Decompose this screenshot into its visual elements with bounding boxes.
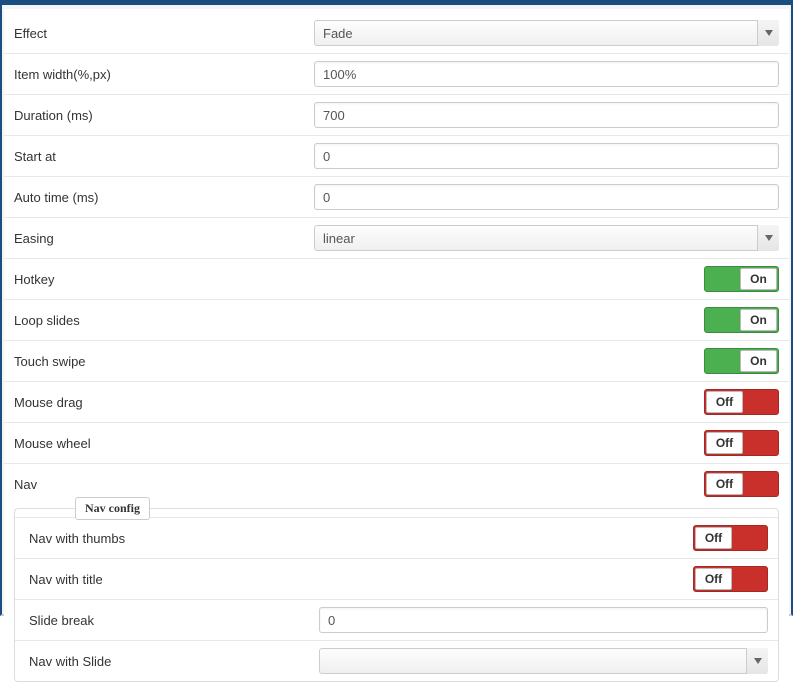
slide-break-input[interactable] [319,607,768,633]
duration-input[interactable] [314,102,779,128]
label-touch-swipe: Touch swipe [14,354,314,369]
label-hotkey: Hotkey [14,272,314,287]
chevron-down-icon [757,20,779,46]
toggle-state-label: On [740,268,777,290]
label-nav-thumbs: Nav with thumbs [29,531,319,546]
label-auto-time: Auto time (ms) [14,190,314,205]
toggle-state-label: Off [706,391,743,413]
label-nav-slide: Nav with Slide [29,654,319,669]
label-mouse-drag: Mouse drag [14,395,314,410]
item-width-input[interactable] [314,61,779,87]
label-nav: Nav [14,477,314,492]
row-nav-thumbs: Nav with thumbs Off [15,517,778,558]
row-nav-slide: Nav with Slide [15,640,778,681]
row-mouse-wheel: Mouse wheel Off [4,422,789,463]
label-nav-title: Nav with title [29,572,319,587]
label-slide-break: Slide break [29,613,319,628]
toggle-state-label: Off [706,432,743,454]
label-effect: Effect [14,26,314,41]
label-item-width: Item width(%,px) [14,67,314,82]
start-at-input[interactable] [314,143,779,169]
toggle-state-label: On [740,309,777,331]
row-auto-time: Auto time (ms) [4,176,789,217]
row-item-width: Item width(%,px) [4,53,789,94]
row-touch-swipe: Touch swipe On [4,340,789,381]
loop-slides-toggle[interactable]: On [704,307,779,333]
effect-select[interactable]: Fade [314,20,779,46]
chevron-down-icon [746,648,768,674]
toggle-state-label: Off [706,473,743,495]
row-duration: Duration (ms) [4,94,789,135]
auto-time-input[interactable] [314,184,779,210]
nav-config-legend: Nav config [75,497,150,520]
toggle-state-label: Off [695,527,732,549]
row-loop-slides: Loop slides On [4,299,789,340]
nav-config-section: Nav config Nav with thumbs Off Nav with … [14,508,779,682]
nav-title-toggle[interactable]: Off [693,566,768,592]
hotkey-toggle[interactable]: On [704,266,779,292]
toggle-state-label: Off [695,568,732,590]
label-loop-slides: Loop slides [14,313,314,328]
row-nav-title: Nav with title Off [15,558,778,599]
label-duration: Duration (ms) [14,108,314,123]
settings-panel: Effect Fade Item width(%,px) Duration (m… [0,0,793,616]
row-start-at: Start at [4,135,789,176]
row-mouse-drag: Mouse drag Off [4,381,789,422]
nav-slide-select-value [319,648,768,674]
row-slide-break: Slide break [15,599,778,640]
label-mouse-wheel: Mouse wheel [14,436,314,451]
toggle-state-label: On [740,350,777,372]
easing-select[interactable]: linear [314,225,779,251]
effect-select-value: Fade [314,20,779,46]
chevron-down-icon [757,225,779,251]
mouse-drag-toggle[interactable]: Off [704,389,779,415]
touch-swipe-toggle[interactable]: On [704,348,779,374]
row-hotkey: Hotkey On [4,258,789,299]
easing-select-value: linear [314,225,779,251]
nav-toggle[interactable]: Off [704,471,779,497]
label-start-at: Start at [14,149,314,164]
nav-thumbs-toggle[interactable]: Off [693,525,768,551]
mouse-wheel-toggle[interactable]: Off [704,430,779,456]
label-easing: Easing [14,231,314,246]
row-easing: Easing linear [4,217,789,258]
row-effect: Effect Fade [4,13,789,53]
settings-form: Effect Fade Item width(%,px) Duration (m… [4,9,789,682]
nav-slide-select[interactable] [319,648,768,674]
